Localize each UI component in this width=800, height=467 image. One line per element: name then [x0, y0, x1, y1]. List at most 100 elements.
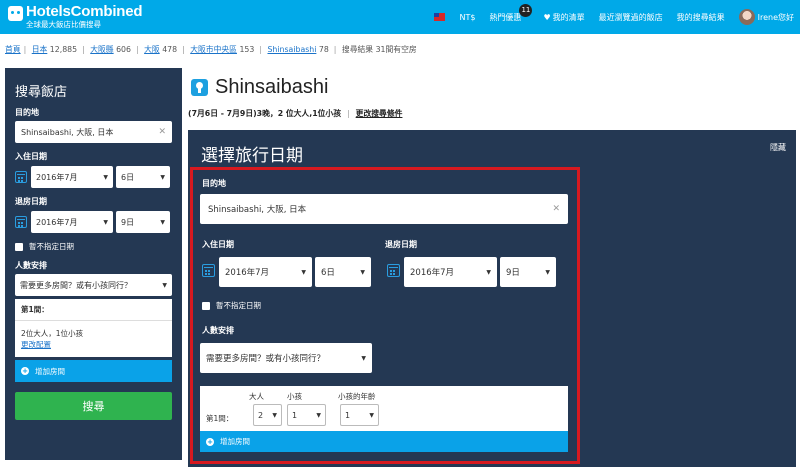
no-dates-checkbox[interactable] — [202, 301, 210, 310]
no-dates-option[interactable]: 暫不指定日期 — [202, 300, 261, 311]
top-bar: HotelsCombined 全球最大飯店比價搜尋 NT$ 熱門優惠 11 ♥ 我… — [0, 0, 800, 34]
sidebar-title: 搜尋飯店 — [15, 85, 68, 100]
select-value: 1 — [292, 410, 298, 420]
children-select[interactable]: 1 ▼ — [287, 404, 326, 426]
search-button[interactable]: 搜尋 — [15, 392, 172, 420]
chevron-down-icon: ▼ — [103, 218, 108, 226]
hide-panel-link[interactable]: 隱藏 — [770, 142, 786, 153]
breadcrumb: 首頁 | 日本 12,885 | 大阪縣 606 | 大阪 478 | 大阪市中央區 1… — [5, 45, 417, 54]
select-value: 2016年7月 — [36, 217, 78, 227]
select-value: 2 — [258, 410, 264, 420]
hot-deals-label: 熱門優惠 — [489, 12, 522, 22]
checkin-day-select[interactable]: 6日 ▼ — [315, 257, 371, 287]
calendar-icon[interactable] — [15, 171, 27, 183]
chevron-down-icon: ▼ — [162, 281, 167, 289]
chevron-down-icon: ▼ — [360, 268, 365, 276]
adults-select[interactable]: 2 ▼ — [253, 404, 282, 426]
breadcrumb-chuo-ward[interactable]: 大阪市中央區 — [190, 45, 237, 54]
chevron-down-icon: ▼ — [160, 218, 165, 226]
plus-icon: + — [206, 437, 214, 446]
favorites-link[interactable]: ♥ 我的清單 — [543, 12, 584, 23]
clear-icon[interactable]: ✕ — [158, 127, 166, 137]
select-value: 9日 — [506, 268, 520, 278]
sidebar-guests-label: 人數安排 — [15, 261, 47, 270]
plus-icon: + — [21, 367, 29, 375]
sidebar-checkout-month-select[interactable]: 2016年7月 ▼ — [31, 211, 113, 233]
brand-name: HotelsCombined — [26, 3, 143, 20]
add-room-label: 增加房間 — [35, 366, 65, 376]
breadcrumb-shinsaibashi[interactable]: Shinsaibashi — [267, 45, 316, 54]
taiwan-flag-icon[interactable] — [434, 13, 446, 21]
logo[interactable]: HotelsCombined 全球最大飯店比價搜尋 — [8, 3, 143, 29]
sidebar-room-box: 第1間： 2位大人，1位小孩 更改配置 — [15, 299, 172, 357]
room-summary: 2位大人，1位小孩 — [21, 329, 84, 338]
trip-summary-text: (7月6日 - 7月9日)3晚，2 位大人,1位小孩 — [188, 109, 342, 118]
sidebar-no-dates-option[interactable]: 暫不指定日期 — [15, 241, 172, 252]
room-label: 第1間： — [206, 414, 234, 423]
calendar-icon[interactable] — [387, 264, 400, 277]
breadcrumb-count: 78 — [318, 45, 329, 54]
date-selection-panel: 選擇旅行日期 隱藏 目的地 Shinsaibashi, 大阪, 日本 ✕ 入住日… — [188, 130, 796, 467]
clear-icon[interactable]: ✕ — [552, 204, 560, 214]
select-value: 6日 — [121, 172, 135, 182]
no-dates-checkbox[interactable] — [15, 242, 23, 251]
brand-tagline: 全球最大飯店比價搜尋 — [26, 20, 101, 29]
checkout-label: 退房日期 — [385, 240, 417, 249]
select-value: 2016年7月 — [410, 268, 455, 278]
hot-deals-link[interactable]: 熱門優惠 11 — [489, 3, 533, 23]
sidebar-guests-select[interactable]: 需要更多房間？或有小孩同行？ ▼ — [15, 274, 172, 296]
breadcrumb-home[interactable]: 首頁 — [5, 45, 21, 54]
sidebar-checkin-day-select[interactable]: 6日 ▼ — [116, 166, 170, 188]
sidebar-destination-input[interactable]: Shinsaibashi, 大阪, 日本 ✕ — [15, 121, 172, 143]
checkin-month-select[interactable]: 2016年7月 ▼ — [219, 257, 312, 287]
recent-viewed-link[interactable]: 最近瀏覽過的飯店 — [599, 12, 663, 23]
favorites-label: 我的清單 — [552, 12, 585, 22]
select-value: 2016年7月 — [225, 268, 270, 278]
select-value: 需要更多房間？或有小孩同行？ — [20, 280, 132, 290]
breadcrumb-japan[interactable]: 日本 — [32, 45, 48, 54]
change-config-link[interactable]: 更改配置 — [21, 340, 51, 349]
my-results-link[interactable]: 我的搜尋結果 — [677, 12, 725, 23]
select-value: 9日 — [121, 217, 135, 227]
checkout-day-select[interactable]: 9日 ▼ — [500, 257, 556, 287]
child-age-label: 小孩的年齡 — [338, 392, 376, 401]
sidebar-add-room-button[interactable]: + 增加房間 — [15, 360, 172, 382]
checkout-month-select[interactable]: 2016年7月 ▼ — [404, 257, 497, 287]
breadcrumb-count: 12,885 — [49, 45, 78, 54]
add-room-button[interactable]: + 增加房間 — [200, 431, 568, 452]
select-value: 1 — [345, 410, 351, 420]
guests-select[interactable]: 需要更多房間？或有小孩同行？ ▼ — [200, 343, 372, 373]
breadcrumb-osaka-prefecture[interactable]: 大阪縣 — [90, 45, 113, 54]
location-pin-icon — [191, 79, 208, 96]
sidebar-checkin-month-select[interactable]: 2016年7月 ▼ — [31, 166, 113, 188]
breadcrumb-osaka[interactable]: 大阪 — [144, 45, 160, 54]
logo-icon — [8, 6, 23, 21]
breadcrumb-current: 搜尋結果 31間有空房 — [341, 45, 417, 54]
destination-input[interactable]: Shinsaibashi, 大阪, 日本 ✕ — [200, 194, 568, 224]
sidebar-checkout-day-select[interactable]: 9日 ▼ — [116, 211, 170, 233]
calendar-icon[interactable] — [202, 264, 215, 277]
heart-icon: ♥ — [543, 12, 551, 22]
no-dates-label: 暫不指定日期 — [216, 301, 261, 310]
change-search-link[interactable]: 更改搜尋條件 — [356, 109, 403, 118]
breadcrumb-count: 153 — [239, 45, 255, 54]
destination-label: 目的地 — [202, 179, 226, 188]
sidebar-checkout-label: 退房日期 — [15, 197, 47, 206]
chevron-down-icon: ▼ — [361, 354, 366, 362]
panel-title: 選擇旅行日期 — [201, 146, 303, 166]
trip-summary: (7月6日 - 7月9日)3晚，2 位大人,1位小孩 | 更改搜尋條件 — [188, 109, 403, 118]
chevron-down-icon: ▼ — [316, 411, 321, 419]
checkin-label: 入住日期 — [202, 240, 234, 249]
avatar[interactable] — [738, 9, 755, 25]
chevron-down-icon: ▼ — [369, 411, 374, 419]
children-label: 小孩 — [287, 392, 302, 401]
child-age-select[interactable]: 1 ▼ — [340, 404, 379, 426]
breadcrumb-count: 478 — [162, 45, 178, 54]
currency-selector[interactable]: NT$ — [459, 13, 475, 22]
sidebar-destination-label: 目的地 — [15, 108, 39, 117]
chevron-down-icon: ▼ — [160, 173, 165, 181]
calendar-icon[interactable] — [15, 216, 27, 228]
user-greeting[interactable]: Irene您好 — [758, 12, 794, 23]
chevron-down-icon: ▼ — [272, 411, 277, 419]
add-room-label: 增加房間 — [220, 437, 250, 446]
